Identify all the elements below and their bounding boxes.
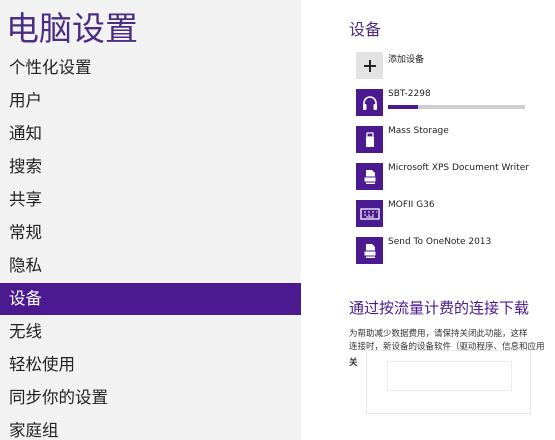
device-name: Send To OneNote 2013 <box>388 237 492 247</box>
add-device-label: 添加设备 <box>388 55 425 65</box>
nav-item-wireless[interactable]: 无线 <box>0 316 301 348</box>
device-progress-fill <box>388 105 419 109</box>
headset-icon <box>356 89 383 116</box>
usb-drive-icon <box>356 126 383 153</box>
plus-icon <box>356 52 383 79</box>
nav-item-general[interactable]: 常规 <box>0 217 301 249</box>
devices-section-title: 设备 <box>349 20 382 39</box>
nav-item-notifications[interactable]: 通知 <box>0 118 301 150</box>
printer-icon <box>356 237 383 264</box>
nav-item-search[interactable]: 搜索 <box>0 151 301 183</box>
printer-icon <box>356 163 383 190</box>
nav-item-sync-settings[interactable]: 同步你的设置 <box>0 382 301 414</box>
watermark-logo <box>387 361 512 391</box>
device-name: Microsoft XPS Document Writer <box>388 163 529 173</box>
device-item[interactable]: Mass Storage <box>356 126 546 154</box>
keyboard-icon <box>356 200 383 227</box>
device-item[interactable]: MOFII G36 <box>356 200 546 228</box>
add-device-button[interactable]: 添加设备 <box>356 52 546 80</box>
device-name: MOFII G36 <box>388 200 435 210</box>
nav-item-ease-of-access[interactable]: 轻松使用 <box>0 349 301 381</box>
nav-item-devices[interactable]: 设备 <box>0 283 301 315</box>
settings-nav-pane: 电脑设置 个性化设置 用户 通知 搜索 共享 常规 隐私 设备 无线 轻松使用 … <box>0 0 301 440</box>
device-item[interactable]: Microsoft XPS Document Writer <box>356 163 546 191</box>
device-item[interactable]: Send To OneNote 2013 <box>356 237 546 265</box>
nav-item-users[interactable]: 用户 <box>0 85 301 117</box>
watermark <box>366 350 531 414</box>
metered-download-title: 通过按流量计费的连接下载 <box>349 299 530 317</box>
nav-item-personalization[interactable]: 个性化设置 <box>0 52 301 84</box>
device-name: SBT-2298 <box>388 89 431 99</box>
device-name: Mass Storage <box>388 126 449 136</box>
device-progress-bar <box>388 105 525 109</box>
page-title: 电脑设置 <box>6 9 138 48</box>
nav-item-privacy[interactable]: 隐私 <box>0 250 301 282</box>
metered-description-line: 为帮助减少数据费用，请保持关闭此功能，这样 <box>349 329 528 339</box>
nav-item-homegroup[interactable]: 家庭组 <box>0 415 301 440</box>
device-item[interactable]: SBT-2298 <box>356 89 546 117</box>
nav-item-share[interactable]: 共享 <box>0 184 301 216</box>
